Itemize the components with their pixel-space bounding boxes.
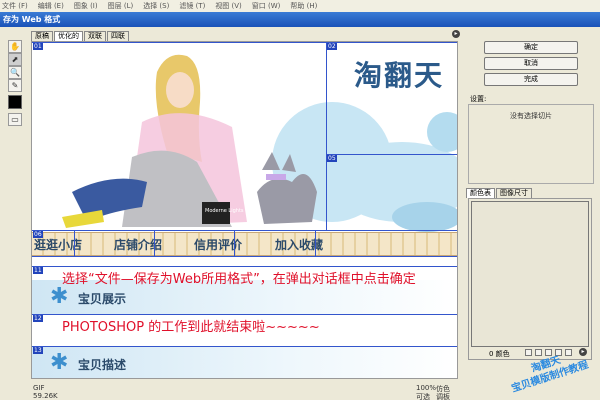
slice-line (154, 230, 155, 256)
menu-view[interactable]: 视图 (V) (215, 1, 241, 11)
preview-menu-arrow-icon[interactable]: ▸ (452, 30, 460, 38)
status-palette: 调板 (436, 393, 450, 400)
cat-ear-shape (282, 154, 296, 172)
tab-original[interactable]: 原稿 (31, 31, 53, 41)
color-panel-tabs: 颜色表 图像尺寸 (466, 188, 596, 198)
zoom-tool-icon[interactable]: 🔍 (8, 66, 22, 79)
slice-line (74, 230, 75, 256)
dialog-title: 存为 Web 格式 (0, 12, 600, 27)
slice-tag: 12 (33, 315, 43, 322)
menu-window[interactable]: 窗口 (W) (252, 1, 281, 11)
slice-line (315, 230, 316, 256)
cancel-button[interactable]: 取消 (484, 57, 578, 70)
color-table-grid[interactable] (471, 201, 589, 347)
slice-line (234, 230, 235, 256)
slice-tag: 05 (327, 155, 337, 162)
menu-bar: 文件 (F) 编辑 (E) 图象 (I) 图层 (L) 选择 (S) 滤镜 (T… (0, 0, 600, 12)
view-tabs: 原稿 优化的 双联 四联 (31, 31, 455, 41)
tab-2up[interactable]: 双联 (84, 31, 106, 41)
slice-tag: 02 (327, 43, 337, 50)
menu-file[interactable]: 文件 (F) (2, 1, 28, 11)
menu-image[interactable]: 图象 (I) (74, 1, 98, 11)
slice-line (32, 230, 457, 231)
map-color-icon[interactable] (525, 349, 532, 356)
settings-box: 没有选择切片 (468, 104, 594, 184)
toolbox: ✋ ⬈ 🔍 ✎ ▭ (6, 40, 24, 132)
status-bar: GIF 59.26K 100% 仿色 可选 调板 (31, 382, 458, 400)
tab-4up[interactable]: 四联 (107, 31, 129, 41)
ok-button[interactable]: 确定 (484, 41, 578, 54)
hand-tool-icon[interactable]: ✋ (8, 40, 22, 53)
section-title-description: 宝贝描述 (78, 358, 127, 372)
star-icon: ✱ (50, 350, 69, 375)
color-count: 0 颜色 (489, 350, 510, 358)
slice-line (32, 314, 457, 315)
settings-label: 设置: (470, 95, 487, 103)
star-icon: ✱ (50, 284, 69, 309)
no-slice-message: 没有选择切片 (510, 112, 552, 120)
tab-image-size[interactable]: 图像尺寸 (496, 188, 532, 198)
status-format: GIF (33, 384, 45, 392)
eyedropper-tool-icon[interactable]: ✎ (8, 79, 22, 92)
shop-nav-strip: 逛逛小店 店铺介绍 信用评价 加入收藏 (32, 232, 457, 256)
slice-line (326, 42, 327, 230)
menu-filter[interactable]: 滤镜 (T) (179, 1, 205, 11)
menu-edit[interactable]: 编辑 (E) (38, 1, 64, 11)
menu-select[interactable]: 选择 (S) (143, 1, 169, 11)
slice-tag: 06 (33, 231, 43, 238)
face-shape (166, 72, 194, 108)
cat-body-shape (257, 174, 317, 224)
girl-illustration: Moderne Lights (62, 54, 317, 228)
toggle-slices-icon[interactable]: ▭ (8, 113, 22, 126)
status-size: 59.26K (33, 392, 58, 400)
slice-line (32, 256, 457, 257)
status-selectable: 可选 (416, 393, 430, 400)
shop-logo: 淘翻天 (354, 59, 445, 92)
cat-ear-shape (262, 152, 280, 170)
color-table-panel: 0 颜色 ▸ (468, 198, 592, 360)
web-shift-icon[interactable] (535, 349, 542, 356)
menu-help[interactable]: 帮助 (H) (290, 1, 317, 11)
slice-line (32, 42, 457, 43)
slice-tag: 11 (33, 267, 43, 274)
preview-canvas[interactable]: 淘翻天 Moderne Lights 逛逛小店 店铺介绍 信用评价 加入收藏 ✱… (31, 41, 458, 379)
instruction-text-line2: PHOTOSHOP 的工作到此就结束啦~~~~~ (62, 320, 320, 335)
tab-optimized[interactable]: 优化的 (54, 31, 83, 41)
slice-tag: 13 (33, 347, 43, 354)
status-zoom: 100% (416, 384, 437, 392)
lock-color-icon[interactable] (545, 349, 552, 356)
slice-select-tool-icon[interactable]: ⬈ (8, 53, 22, 66)
done-button[interactable]: 完成 (484, 73, 578, 86)
slice-tag: 01 (33, 43, 43, 50)
section-title-showcase: 宝贝展示 (78, 292, 127, 306)
eyedropper-color-swatch[interactable] (8, 95, 22, 109)
slice-line (32, 266, 457, 267)
menu-layer[interactable]: 图层 (L) (108, 1, 134, 11)
slice-line (32, 346, 457, 347)
slice-line (326, 154, 457, 155)
instruction-text-line1: 选择“文件—保存为Web所用格式”，在弹出对话框中点击确定 (62, 272, 416, 287)
settings-panel: 确定 取消 完成 设置: 没有选择切片 颜色表 图像尺寸 0 颜色 ▸ 淘翻天 … (462, 30, 600, 400)
bubble-shape (392, 202, 457, 232)
bag-label: Moderne Lights (205, 208, 244, 214)
cat-bow-shape (266, 174, 286, 180)
tab-color-table[interactable]: 颜色表 (466, 188, 495, 198)
